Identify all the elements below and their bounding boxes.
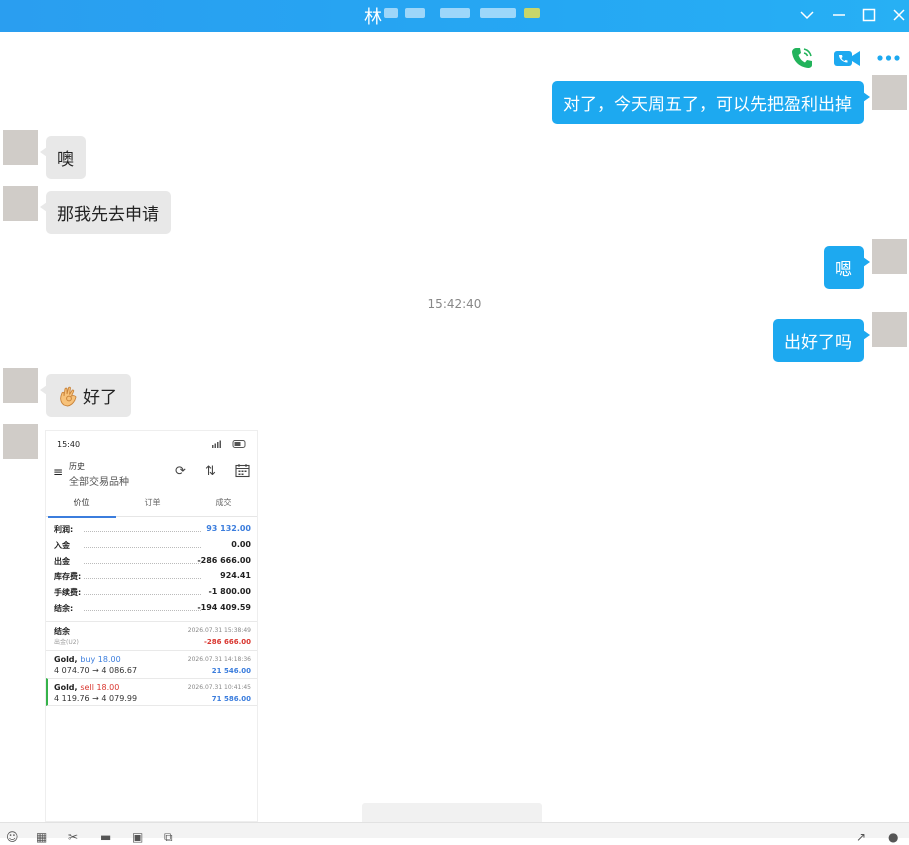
blurred-title-part — [405, 8, 425, 18]
message-text: 噢 — [57, 150, 74, 170]
deal-row: 结余 出金(U2) 2026.07.31 15:38:49 -286 666.0… — [46, 621, 257, 649]
message-text: 好了 — [83, 388, 117, 408]
avatar[interactable] — [3, 368, 38, 403]
phone-icon[interactable] — [789, 45, 815, 71]
phone-header-title: 历史 — [69, 462, 85, 471]
maximize-icon[interactable] — [858, 4, 880, 26]
image-icon[interactable]: ▣ — [132, 830, 143, 844]
message-bubble-incoming[interactable]: 好了 — [40, 374, 131, 417]
deal-row: Gold, buy 18.00 4 074.70 → 4 086.67 2026… — [46, 650, 257, 678]
title-bar: 林 — [0, 0, 909, 32]
image-message[interactable]: 15:40 ≡ 历史 全部交易品种 ⟳ ⇅ 价位 订单 成交 利润: 93 13… — [45, 430, 258, 822]
phone-header-subtitle: 全部交易品种 — [69, 477, 129, 488]
folder-icon[interactable]: ▬ — [100, 830, 111, 844]
close-icon[interactable] — [888, 4, 909, 26]
message-text: 对了，今天周五了，可以先把盈利出掉 — [563, 95, 852, 115]
emoji-icon[interactable]: ☺ — [6, 830, 19, 844]
summary-row: 结余: -194 409.59 — [54, 603, 251, 613]
summary-row: 入金 0.00 — [54, 540, 251, 550]
refresh-icon: ⟳ — [175, 464, 186, 479]
sort-icon: ⇅ — [205, 464, 216, 479]
message-text: 那我先去申请 — [57, 205, 159, 225]
calendar-icon — [235, 463, 250, 482]
active-tab-indicator — [48, 516, 116, 518]
deal-row: Gold, sell 18.00 4 119.76 → 4 079.99 202… — [46, 678, 257, 706]
message-bubble-incoming[interactable]: 那我先去申请 — [40, 191, 171, 234]
phone-tab: 成交 — [215, 498, 232, 507]
blurred-title-part — [384, 8, 398, 18]
phone-tab: 价位 — [73, 498, 90, 507]
message-timestamp: 15:42:40 — [427, 297, 482, 311]
phone-header: ≡ 历史 全部交易品种 ⟳ ⇅ — [46, 459, 257, 489]
avatar[interactable] — [872, 312, 907, 347]
menu-icon: ≡ — [53, 465, 64, 479]
summary-row: 利润: 93 132.00 — [54, 524, 251, 534]
blurred-title-part — [440, 8, 470, 18]
avatar[interactable] — [3, 186, 38, 221]
more-icon[interactable] — [876, 45, 902, 71]
phone-tabs: 价位 订单 成交 — [46, 497, 257, 518]
message-text: 嗯 — [835, 260, 852, 280]
expand-icon[interactable]: ↗ — [856, 830, 866, 844]
summary-row: 库存费: 924.41 — [54, 571, 251, 581]
avatar[interactable] — [872, 75, 907, 110]
message-bubble-incoming[interactable]: 噢 — [40, 136, 86, 179]
blurred-title-part — [480, 8, 516, 18]
scissors-icon[interactable]: ✂ — [68, 830, 78, 844]
ok-hand-icon — [58, 385, 80, 407]
video-call-icon[interactable] — [833, 45, 860, 71]
message-text: 出好了吗 — [784, 333, 852, 353]
message-bubble-outgoing[interactable]: 嗯 — [824, 246, 870, 289]
history-icon[interactable]: ● — [888, 830, 898, 844]
gif-icon[interactable]: ▦ — [36, 830, 47, 844]
avatar[interactable] — [872, 239, 907, 274]
chevron-down-icon[interactable] — [796, 4, 818, 26]
blurred-title-part — [524, 8, 540, 18]
summary-row: 手续费: -1 800.00 — [54, 587, 251, 597]
window-title: 林 — [364, 7, 382, 28]
summary-row: 出金 -286 666.00 — [54, 556, 251, 566]
phone-status-icons — [211, 439, 247, 451]
input-toolbar: ☺ ▦ ✂ ▬ ▣ ⧉ ↗ ● — [0, 822, 909, 844]
phone-status-time: 15:40 — [57, 440, 81, 449]
message-bubble-outgoing[interactable]: 对了，今天周五了，可以先把盈利出掉 — [552, 81, 870, 124]
minimize-icon[interactable] — [828, 4, 850, 26]
message-bubble-outgoing[interactable]: 出好了吗 — [773, 319, 870, 362]
avatar[interactable] — [3, 130, 38, 165]
phone-tab: 订单 — [144, 498, 161, 507]
avatar[interactable] — [3, 424, 38, 459]
